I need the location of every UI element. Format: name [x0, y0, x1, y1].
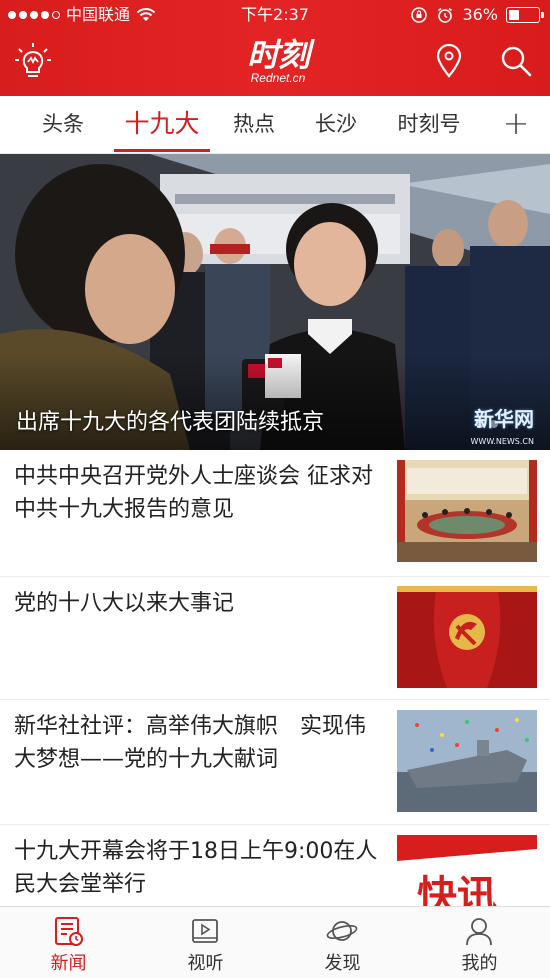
- category-tabs: 头条 十九大 热点 长沙 时刻号 +: [0, 96, 550, 154]
- news-item[interactable]: 十九大开幕会将于18日上午9:00在人民大会堂举行 快讯: [0, 825, 550, 906]
- hero-watermark-sub: WWW.NEWS.CN: [470, 437, 535, 446]
- app-logo: 时刻 Rednet.cn: [228, 36, 328, 90]
- bottom-nav: 新闻 视听 发现 我的: [0, 906, 550, 978]
- tab-shikehao[interactable]: 时刻号: [384, 96, 474, 154]
- location-button[interactable]: [428, 40, 470, 82]
- active-tab-indicator: [114, 149, 210, 152]
- lightbulb-icon: [15, 43, 51, 77]
- nav-video[interactable]: 视听: [137, 907, 274, 978]
- news-title: 十九大开幕会将于18日上午9:00在人民大会堂举行: [14, 839, 378, 897]
- news-thumbnail: [397, 460, 537, 562]
- status-bar: 中国联通 下午2:37 36%: [0, 0, 550, 30]
- news-title: 党的十八大以来大事记: [14, 591, 235, 616]
- nav-label: 新闻: [50, 953, 87, 974]
- video-icon: [192, 919, 218, 943]
- hero-banner[interactable]: 出席十九大的各代表团陆续抵京 新华网 WWW.NEWS.CN: [0, 154, 550, 450]
- news-thumbnail: [397, 586, 537, 688]
- status-right: 36%: [410, 0, 544, 30]
- nav-label: 视听: [187, 953, 224, 974]
- tab-changsha[interactable]: 长沙: [296, 96, 376, 154]
- orientation-lock-icon: [411, 7, 428, 23]
- app-header: 中国联通 下午2:37 36% 时刻 Rednet.cn: [0, 0, 550, 96]
- location-pin-icon: [436, 43, 462, 78]
- app-bar: 时刻 Rednet.cn: [0, 30, 550, 96]
- nav-news[interactable]: 新闻: [0, 907, 137, 978]
- party-emblem-photo: [397, 586, 537, 688]
- news-thumbnail: 快讯: [397, 835, 537, 906]
- battery-percent: 36%: [462, 5, 498, 24]
- search-button[interactable]: [494, 40, 538, 82]
- nav-label: 我的: [461, 953, 498, 974]
- nav-discover[interactable]: 发现: [274, 907, 411, 978]
- discover-icon: [326, 921, 358, 941]
- meeting-hall-photo: [397, 460, 537, 562]
- flash-news-label: 快讯: [417, 873, 497, 906]
- profile-icon: [466, 918, 492, 946]
- tab-headlines[interactable]: 头条: [20, 96, 106, 154]
- tab-hot[interactable]: 热点: [214, 96, 294, 154]
- news-item[interactable]: 新华社社评：高举伟大旗帜 实现伟大梦想——党的十九大献词: [0, 700, 550, 824]
- hero-caption: 出席十九大的各代表团陆续抵京: [16, 410, 325, 435]
- tab-19th-congress[interactable]: 十九大: [114, 96, 210, 154]
- logo-subtext: Rednet.cn: [250, 71, 306, 85]
- add-tab-button[interactable]: +: [498, 96, 534, 154]
- nav-label: 发现: [324, 953, 361, 974]
- battery-level: [509, 10, 519, 20]
- hero-watermark: 新华网: [474, 407, 534, 431]
- news-icon: [55, 917, 83, 946]
- news-title: 中共中央召开党外人士座谈会 征求对中共十九大报告的意见: [14, 464, 373, 522]
- news-item[interactable]: 党的十八大以来大事记: [0, 577, 550, 699]
- logo-text: 时刻: [246, 36, 310, 74]
- nav-profile[interactable]: 我的: [411, 907, 548, 978]
- alarm-icon: [438, 7, 453, 23]
- lightbulb-button[interactable]: [10, 38, 56, 84]
- search-icon: [501, 46, 532, 77]
- news-item[interactable]: 中共中央召开党外人士座谈会 征求对中共十九大报告的意见: [0, 450, 550, 576]
- aircraft-carrier-photo: [397, 710, 537, 812]
- battery-icon: [506, 7, 544, 23]
- news-title: 新华社社评：高举伟大旗帜 实现伟大梦想——党的十九大献词: [14, 714, 367, 772]
- news-thumbnail: [397, 710, 537, 812]
